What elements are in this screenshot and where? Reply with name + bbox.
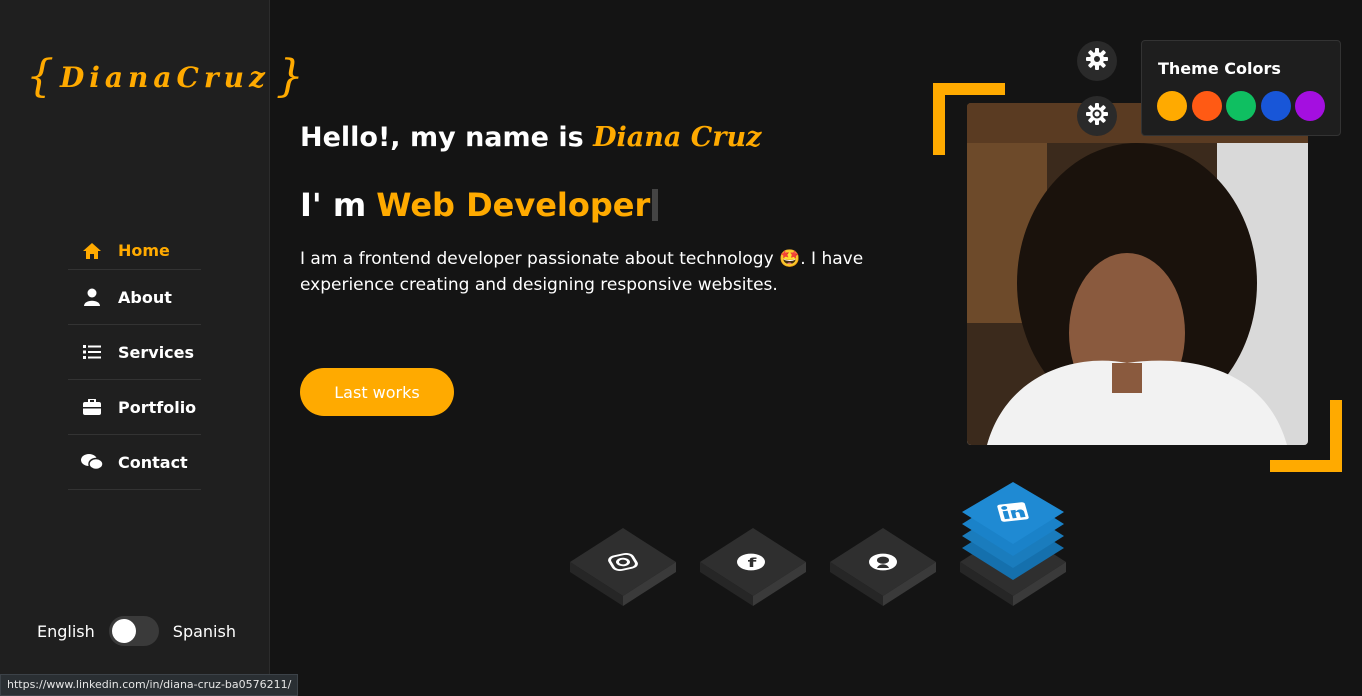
profile-photo — [967, 103, 1308, 445]
hero-role-highlight: Web Developer — [376, 186, 651, 224]
logo-name: DianaCruz — [60, 60, 270, 94]
home-icon — [80, 239, 104, 263]
nav-label-about: About — [118, 287, 172, 307]
logo-brace-close: } — [275, 51, 304, 102]
theme-colors-title: Theme Colors — [1158, 59, 1281, 78]
nav-label-contact: Contact — [118, 452, 188, 472]
hero-role-prefix: I' m — [300, 186, 367, 224]
typing-caret — [652, 189, 659, 221]
hero-description-part1: I am a frontend developer passionate abo… — [300, 249, 774, 269]
comments-icon — [80, 450, 104, 474]
social-linkedin-link[interactable] — [958, 478, 1070, 616]
theme-swatches — [1157, 91, 1330, 121]
language-toggle-knob — [111, 619, 136, 643]
theme-swatch-red[interactable] — [1191, 91, 1222, 121]
nav-label-services: Services — [118, 342, 195, 362]
status-bar-url: https://www.linkedin.com/in/diana-cruz-b… — [0, 674, 299, 696]
svg-text:f: f — [748, 556, 758, 570]
social-facebook-link[interactable]: f — [698, 522, 808, 616]
theme-swatch-blue[interactable] — [1260, 91, 1291, 121]
main-nav: Home About Services Portfolio Contact — [68, 232, 201, 490]
language-toggle[interactable] — [108, 616, 159, 646]
theme-mode-button[interactable] — [1077, 96, 1117, 136]
gear-icon — [1086, 48, 1108, 74]
hero-greeting-prefix: Hello!, my name is — [300, 122, 594, 153]
star-struck-emoji: 🤩 — [779, 249, 801, 269]
hero-role: I' m Web Developer — [300, 186, 659, 224]
linkedin-icon — [997, 502, 1029, 522]
nav-item-contact[interactable]: Contact — [68, 435, 201, 490]
theme-swatch-green[interactable] — [1226, 91, 1256, 121]
list-icon — [80, 340, 104, 364]
language-label-english: English — [37, 621, 95, 641]
site-logo[interactable]: { DianaCruz } — [26, 51, 304, 102]
sidebar: { DianaCruz } Home About Services Portfo… — [0, 0, 304, 696]
sun-gear-icon — [1086, 103, 1108, 129]
hero-name: Diana Cruz — [593, 122, 762, 153]
theme-colors-panel: Theme Colors — [1141, 40, 1341, 136]
user-icon — [80, 285, 104, 309]
theme-swatch-orange[interactable] — [1157, 91, 1187, 121]
theme-swatch-purple[interactable] — [1295, 91, 1325, 121]
nav-label-home: Home — [118, 241, 170, 260]
nav-label-portfolio: Portfolio — [118, 397, 197, 417]
language-label-spanish: Spanish — [172, 621, 236, 641]
social-instagram-link[interactable] — [568, 522, 678, 616]
briefcase-icon — [80, 395, 104, 419]
settings-toggle-button[interactable] — [1077, 41, 1117, 81]
nav-item-services[interactable]: Services — [68, 325, 201, 380]
nav-item-portfolio[interactable]: Portfolio — [68, 380, 201, 435]
social-github-link[interactable] — [828, 522, 938, 616]
nav-item-about[interactable]: About — [68, 270, 201, 325]
nav-item-home[interactable]: Home — [68, 232, 201, 270]
hero-greeting: Hello!, my name is Diana Cruz — [300, 122, 761, 153]
language-switch: English Spanish — [37, 616, 236, 646]
last-works-button[interactable]: Last works — [300, 368, 454, 416]
logo-brace-open: { — [26, 51, 54, 102]
github-icon — [869, 553, 897, 571]
facebook-icon: f — [737, 553, 765, 571]
photo-frame-bottom-right — [1270, 400, 1342, 472]
hero-description: I am a frontend developer passionate abo… — [300, 246, 900, 298]
